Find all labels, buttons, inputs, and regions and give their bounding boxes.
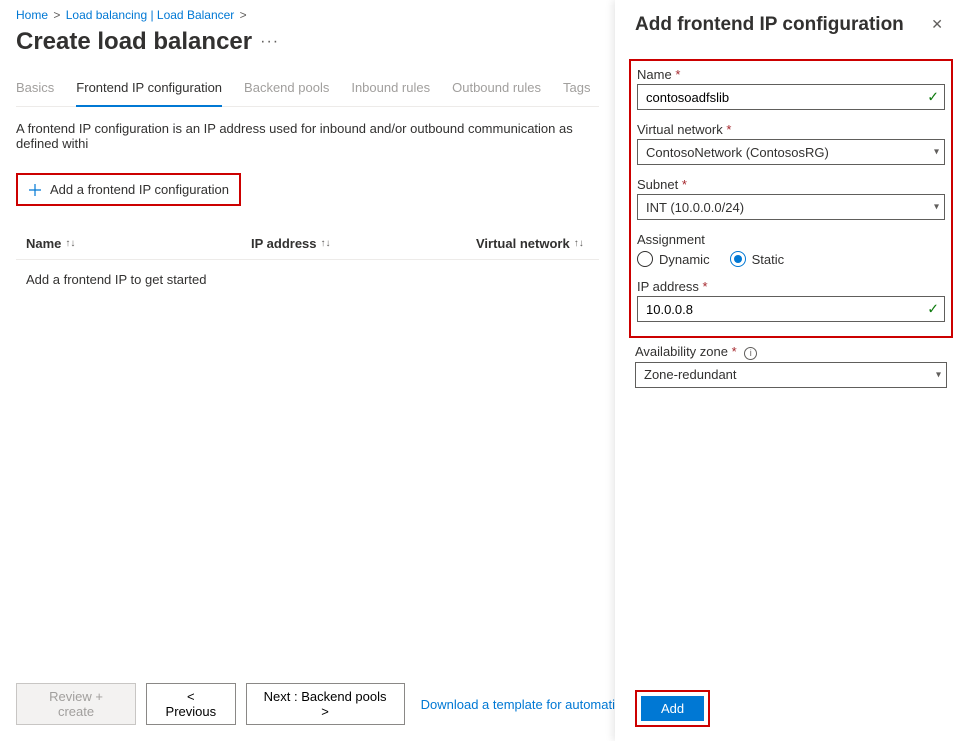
panel-title: Add frontend IP configuration <box>635 14 904 36</box>
table-empty-message: Add a frontend IP to get started <box>16 260 599 299</box>
assignment-static-radio[interactable]: Static <box>730 251 785 267</box>
column-vnet[interactable]: Virtual network ↑↓ <box>476 236 589 251</box>
breadcrumb-sep: > <box>53 8 60 22</box>
tab-basics[interactable]: Basics <box>16 74 54 106</box>
close-icon[interactable]: ✕ <box>927 12 947 37</box>
name-label: Name * <box>637 67 945 82</box>
vnet-label: Virtual network * <box>637 122 945 137</box>
add-button-highlight: Add <box>635 690 710 727</box>
more-icon[interactable]: ··· <box>260 33 279 51</box>
previous-button[interactable]: < Previous <box>146 683 235 725</box>
az-label: Availability zone * i <box>635 344 947 360</box>
ip-label: IP address * <box>637 279 945 294</box>
add-frontend-ip-label: Add a frontend IP configuration <box>50 182 229 197</box>
next-button[interactable]: Next : Backend pools > <box>246 683 405 725</box>
add-button[interactable]: Add <box>641 696 704 721</box>
review-create-button: Review + create <box>16 683 136 725</box>
name-input[interactable] <box>637 84 945 110</box>
tab-description: A frontend IP configuration is an IP add… <box>16 121 599 151</box>
subnet-dropdown[interactable]: INT (10.0.0.0/24) <box>637 194 945 220</box>
breadcrumb-sep: > <box>240 8 247 22</box>
column-name[interactable]: Name ↑↓ <box>26 236 251 251</box>
column-vnet-label: Virtual network <box>476 236 570 251</box>
az-dropdown[interactable]: Zone-redundant <box>635 362 947 388</box>
wizard-footer: Review + create < Previous Next : Backen… <box>16 683 615 725</box>
vnet-dropdown[interactable]: ContosoNetwork (ContososRG) <box>637 139 945 165</box>
breadcrumb-home[interactable]: Home <box>16 8 48 22</box>
highlighted-fields: Name * ✓ Virtual network * ContosoNetwor… <box>629 59 953 338</box>
plus-icon <box>28 183 42 197</box>
breadcrumb-loadbalancing[interactable]: Load balancing | Load Balancer <box>66 8 235 22</box>
table-header: Name ↑↓ IP address ↑↓ Virtual network ↑↓ <box>16 228 599 260</box>
tab-outbound-rules[interactable]: Outbound rules <box>452 74 541 106</box>
add-frontend-ip-button[interactable]: Add a frontend IP configuration <box>16 173 241 206</box>
column-name-label: Name <box>26 236 61 251</box>
radio-icon <box>730 251 746 267</box>
sort-icon: ↑↓ <box>65 238 75 249</box>
radio-icon <box>637 251 653 267</box>
side-panel: Add frontend IP configuration ✕ Name * ✓… <box>615 0 967 741</box>
tab-tags[interactable]: Tags <box>563 74 590 106</box>
assignment-label: Assignment <box>637 232 945 247</box>
assignment-dynamic-label: Dynamic <box>659 252 710 267</box>
column-ip[interactable]: IP address ↑↓ <box>251 236 476 251</box>
column-ip-label: IP address <box>251 236 317 251</box>
download-template-link[interactable]: Download a template for automati <box>421 697 615 712</box>
tab-backend-pools[interactable]: Backend pools <box>244 74 329 106</box>
main-page: Home > Load balancing | Load Balancer > … <box>0 0 615 741</box>
page-title: Create load balancer <box>16 28 252 56</box>
panel-footer: Add <box>635 690 710 727</box>
ip-input[interactable] <box>637 296 945 322</box>
tab-inbound-rules[interactable]: Inbound rules <box>351 74 430 106</box>
breadcrumb: Home > Load balancing | Load Balancer > <box>16 8 599 22</box>
sort-icon: ↑↓ <box>574 238 584 249</box>
tab-frontend-ip[interactable]: Frontend IP configuration <box>76 74 222 107</box>
subnet-label: Subnet * <box>637 177 945 192</box>
tabs: Basics Frontend IP configuration Backend… <box>16 74 599 107</box>
assignment-static-label: Static <box>752 252 785 267</box>
sort-icon: ↑↓ <box>321 238 331 249</box>
info-icon[interactable]: i <box>744 347 757 360</box>
assignment-dynamic-radio[interactable]: Dynamic <box>637 251 710 267</box>
